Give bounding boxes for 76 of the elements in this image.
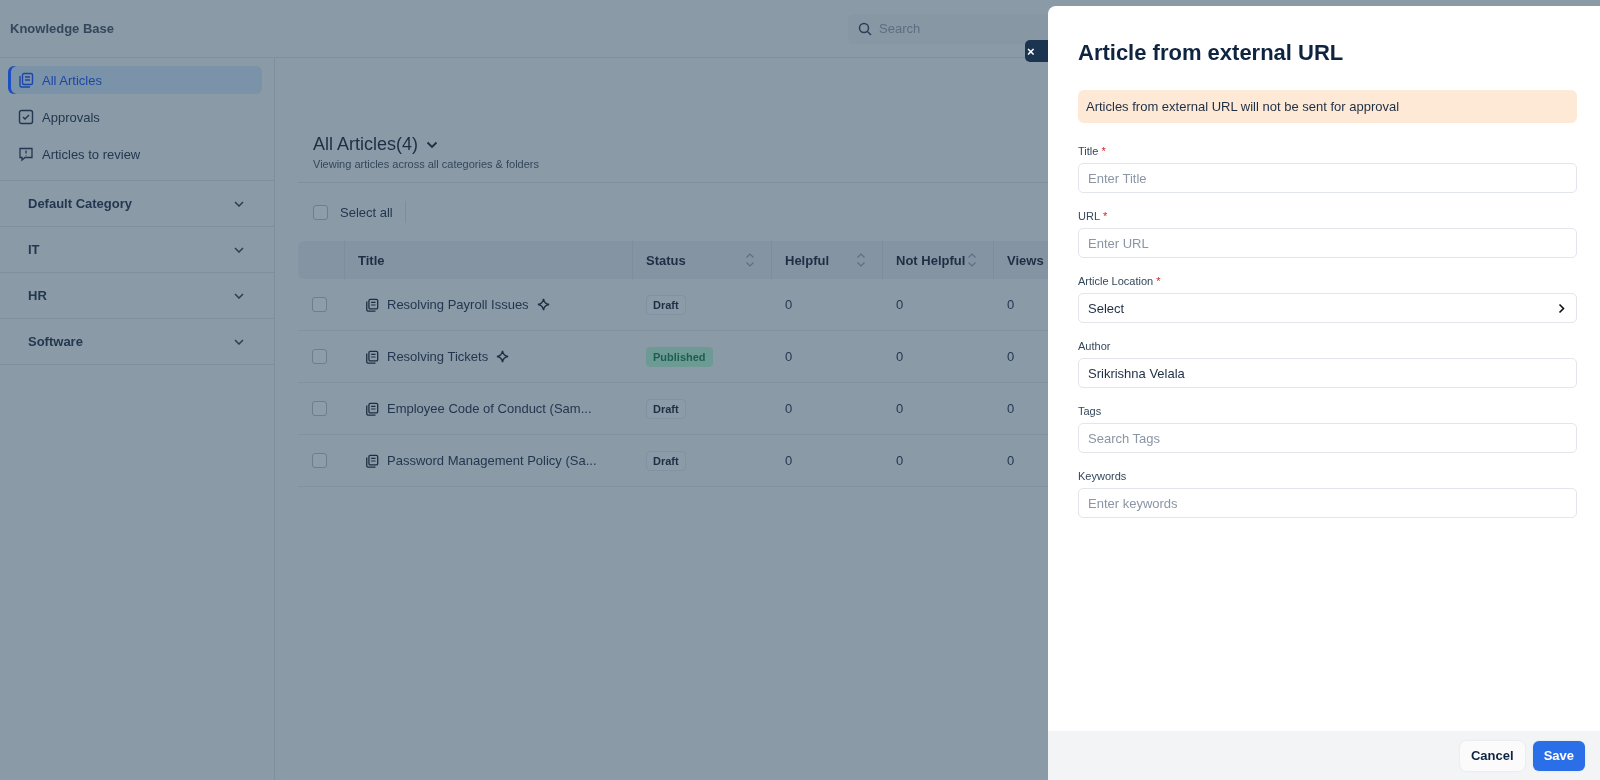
sparkle-icon bbox=[536, 298, 550, 311]
table-cell: 0 bbox=[785, 349, 793, 364]
sidebar-item[interactable]: All Articles bbox=[8, 66, 262, 94]
table-cell: 0 bbox=[785, 453, 793, 468]
field-label: Author bbox=[1078, 340, 1112, 352]
column-header[interactable]: Title bbox=[345, 241, 633, 279]
select-all-label: Select all bbox=[340, 204, 393, 220]
notice-banner: Articles from external URL will not be sent for approval bbox=[1078, 90, 1577, 123]
sort-icon[interactable] bbox=[745, 252, 755, 268]
save-button[interactable]: Save bbox=[1532, 740, 1585, 771]
table-cell: 0 bbox=[1007, 349, 1015, 364]
input-field[interactable]: Srikrishna Velala bbox=[1078, 358, 1577, 388]
article-title[interactable]: Resolving Tickets bbox=[387, 349, 489, 364]
category-item[interactable]: IT bbox=[0, 227, 274, 273]
article-title[interactable]: Employee Code of Conduct (Sam... bbox=[387, 401, 592, 416]
documents-icon bbox=[365, 297, 379, 312]
documents-icon bbox=[18, 72, 34, 88]
app-title: Knowledge Base bbox=[10, 21, 115, 36]
checkbox-icon bbox=[18, 109, 34, 125]
status-badge: Draft bbox=[646, 398, 686, 419]
category-item[interactable]: Default Category bbox=[0, 181, 274, 227]
documents-icon bbox=[365, 401, 379, 416]
select-value: Select bbox=[1088, 300, 1125, 316]
table-cell: 0 bbox=[785, 401, 793, 416]
table-cell: 0 bbox=[896, 297, 904, 312]
category-item[interactable]: Software bbox=[0, 319, 274, 365]
checkbox[interactable] bbox=[313, 204, 328, 220]
article-title[interactable]: Password Management Policy (Sa... bbox=[387, 453, 597, 468]
page-title: All Articles(4) bbox=[313, 134, 419, 155]
search-icon bbox=[858, 21, 872, 36]
category-label: HR bbox=[28, 288, 47, 303]
column-header[interactable]: Helpful bbox=[772, 241, 883, 279]
checkbox[interactable] bbox=[312, 453, 327, 468]
sort-icon[interactable] bbox=[967, 252, 977, 268]
chevron-icon[interactable] bbox=[426, 140, 439, 149]
status-badge: Draft bbox=[646, 450, 686, 471]
status-badge: Published bbox=[646, 346, 713, 367]
checkbox[interactable] bbox=[312, 297, 327, 312]
category-label: Software bbox=[28, 334, 83, 349]
article-title[interactable]: Resolving Payroll Issues bbox=[387, 297, 529, 312]
sidebar-item[interactable]: Articles to review bbox=[8, 140, 262, 168]
table-cell: 0 bbox=[896, 401, 904, 416]
table-cell: 0 bbox=[785, 297, 793, 312]
field-label: Tags bbox=[1078, 405, 1103, 417]
status-badge: Draft bbox=[646, 294, 686, 315]
table-cell: 0 bbox=[1007, 453, 1015, 468]
comment-icon bbox=[18, 146, 34, 162]
category-label: IT bbox=[28, 242, 40, 257]
category-label: Default Category bbox=[28, 196, 133, 211]
documents-icon bbox=[365, 349, 379, 364]
field-label: URL * bbox=[1078, 210, 1109, 222]
checkbox[interactable] bbox=[312, 401, 327, 416]
table-cell: 0 bbox=[1007, 401, 1015, 416]
column-header[interactable]: Not Helpful bbox=[883, 241, 994, 279]
input-field[interactable]: Enter URL bbox=[1078, 228, 1577, 258]
field-label: Title * bbox=[1078, 145, 1107, 157]
input-field[interactable]: Search Tags bbox=[1078, 423, 1577, 453]
sort-icon[interactable] bbox=[856, 252, 866, 268]
documents-icon bbox=[365, 453, 379, 468]
field-label: Keywords bbox=[1078, 470, 1128, 482]
table-cell: 0 bbox=[1007, 297, 1015, 312]
sidebar-item[interactable]: Approvals bbox=[8, 103, 262, 131]
select-field[interactable]: Select bbox=[1078, 293, 1577, 323]
column-header[interactable]: Status bbox=[633, 241, 772, 279]
category-item[interactable]: HR bbox=[0, 273, 274, 319]
table-cell: 0 bbox=[896, 453, 904, 468]
chevron-right-icon bbox=[1558, 302, 1565, 314]
input-field[interactable]: Enter keywords bbox=[1078, 488, 1577, 518]
sparkle-icon bbox=[496, 350, 510, 363]
table-cell: 0 bbox=[896, 349, 904, 364]
field-label: Article Location * bbox=[1078, 275, 1162, 287]
input-field[interactable]: Enter Title bbox=[1078, 163, 1577, 193]
cancel-button[interactable]: Cancel bbox=[1460, 740, 1525, 771]
page-subtitle: Viewing articles across all categories & folders bbox=[313, 158, 540, 170]
close-button[interactable]: × bbox=[1025, 40, 1051, 62]
checkbox[interactable] bbox=[312, 349, 327, 364]
